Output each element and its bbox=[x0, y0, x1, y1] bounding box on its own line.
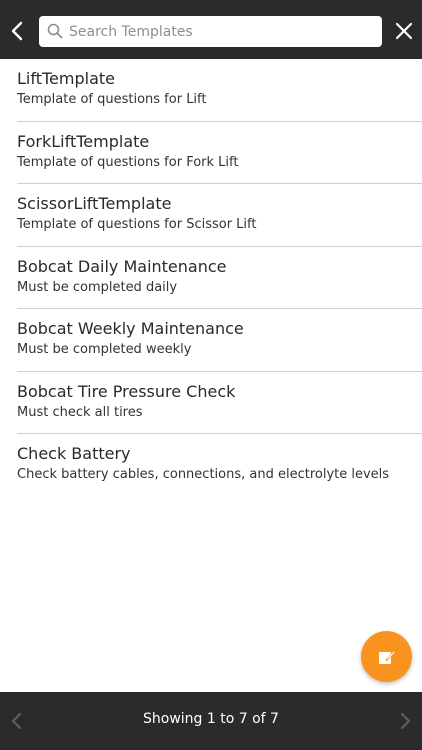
top-bar bbox=[0, 0, 422, 59]
pagination-status: Showing 1 to 7 of 7 bbox=[143, 711, 279, 727]
item-title: Check Battery bbox=[17, 444, 131, 463]
item-subtitle: Template of questions for Lift bbox=[17, 92, 207, 107]
edit-icon bbox=[378, 650, 395, 664]
search-icon bbox=[47, 23, 63, 39]
item-subtitle: Must check all tires bbox=[17, 404, 143, 420]
search-input[interactable] bbox=[69, 16, 374, 47]
item-subtitle: Template of questions for Fork Lift bbox=[17, 154, 239, 170]
close-icon bbox=[395, 22, 413, 40]
close-button[interactable] bbox=[389, 15, 419, 47]
list-item-check-battery[interactable]: Check Battery Check battery cables, conn… bbox=[0, 434, 422, 497]
item-subtitle: Must be completed weekly bbox=[17, 342, 192, 357]
template-list: LiftTemplate Template of questions for L… bbox=[0, 59, 422, 497]
item-title: LiftTemplate bbox=[17, 69, 115, 88]
new-template-button[interactable] bbox=[361, 631, 412, 682]
item-title: Bobcat Daily Maintenance bbox=[17, 256, 227, 276]
chevron-left-icon bbox=[11, 21, 23, 41]
item-title: Bobcat Tire Pressure Check bbox=[17, 381, 236, 401]
item-title: ForkLiftTemplate bbox=[17, 131, 150, 151]
list-item-forklift-template[interactable]: ForkLiftTemplate Template of questions f… bbox=[0, 122, 422, 185]
item-subtitle: Template of questions for Scissor Lift bbox=[17, 217, 257, 232]
item-title: ScissorLiftTemplate bbox=[17, 194, 172, 213]
search-box bbox=[39, 16, 382, 47]
list-item-bobcat-daily[interactable]: Bobcat Daily Maintenance Must be complet… bbox=[0, 247, 422, 310]
next-page-button[interactable] bbox=[392, 704, 420, 738]
list-item-lift-template[interactable]: LiftTemplate Template of questions for L… bbox=[0, 59, 422, 122]
back-button[interactable] bbox=[0, 12, 34, 50]
item-subtitle: Must be completed daily bbox=[17, 279, 178, 295]
pagination-bar: Showing 1 to 7 of 7 bbox=[0, 692, 422, 750]
list-item-scissorlift-template[interactable]: ScissorLiftTemplate Template of question… bbox=[0, 184, 422, 247]
item-title: Bobcat Weekly Maintenance bbox=[17, 319, 244, 338]
item-subtitle: Check battery cables, connections, and e… bbox=[17, 467, 390, 482]
list-item-bobcat-weekly[interactable]: Bobcat Weekly Maintenance Must be comple… bbox=[0, 309, 422, 372]
chevron-right-icon bbox=[400, 712, 411, 730]
list-item-bobcat-tire-pressure[interactable]: Bobcat Tire Pressure Check Must check al… bbox=[0, 372, 422, 435]
